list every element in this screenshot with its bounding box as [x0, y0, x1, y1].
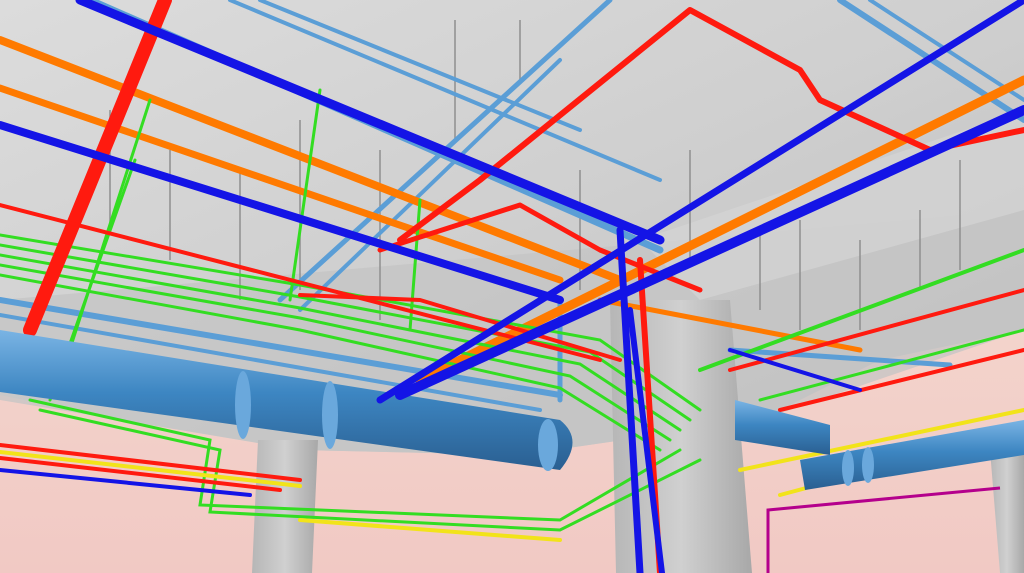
scene-svg: [0, 0, 1024, 573]
bim-mep-3d-scene: [0, 0, 1024, 573]
